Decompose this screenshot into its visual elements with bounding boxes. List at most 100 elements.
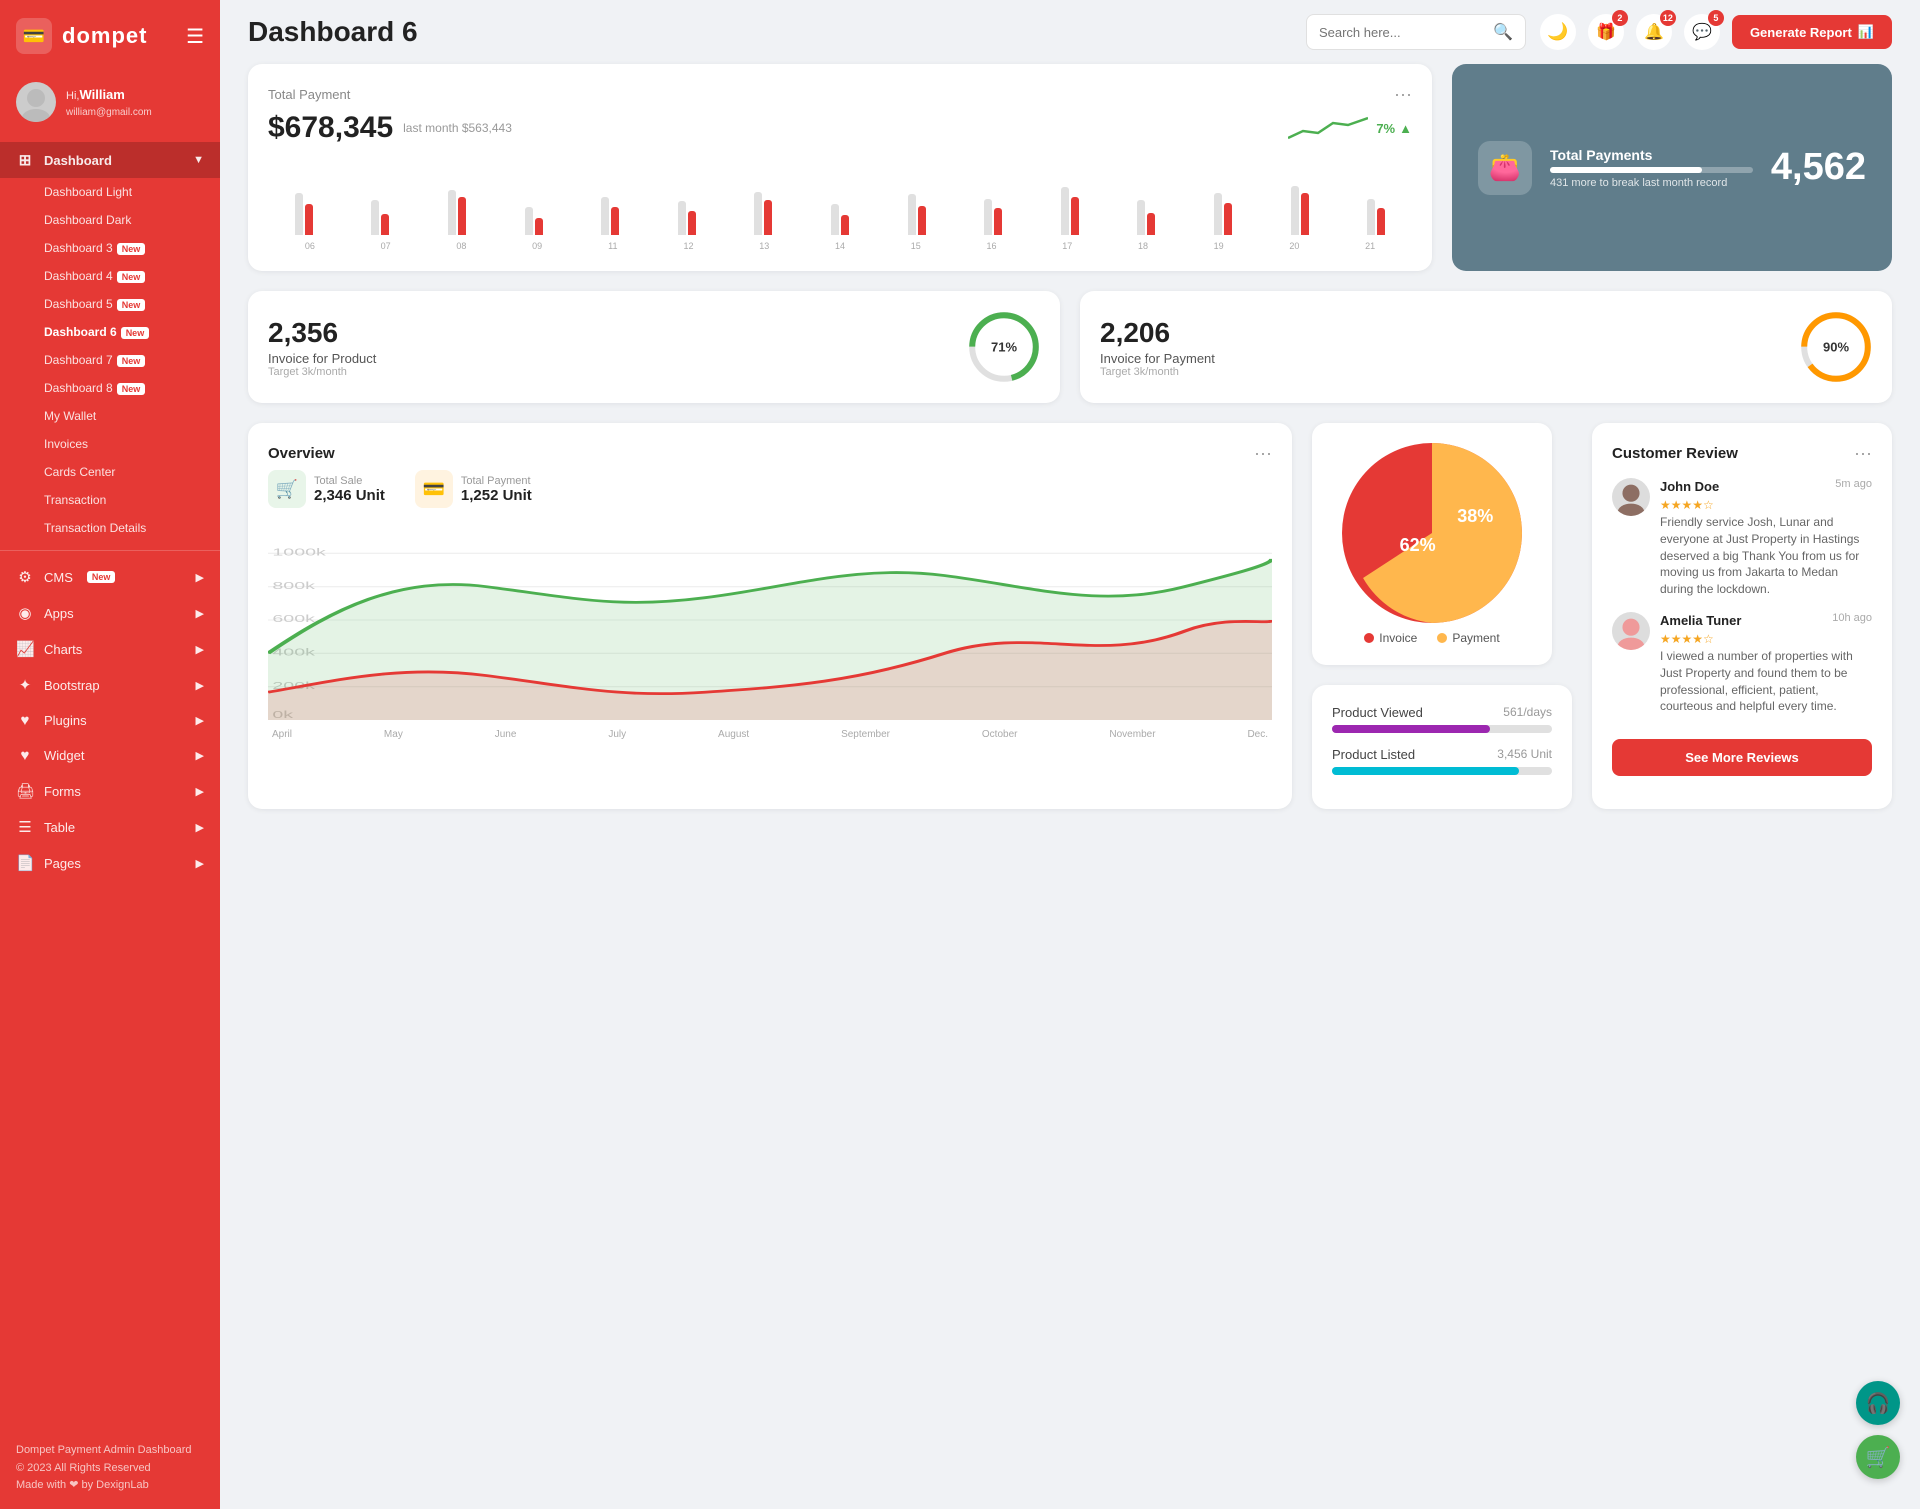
area-chart-labels: AprilMayJuneJulyAugustSeptemberOctoberNo… xyxy=(268,729,1272,740)
bar-group-6 xyxy=(728,192,800,235)
sidebar-subitem-dashboard7[interactable]: Dashboard 7New xyxy=(0,346,220,374)
footer-title: Dompet Payment Admin Dashboard xyxy=(16,1442,204,1460)
sidebar-item-charts[interactable]: 📈 Charts ▶ xyxy=(0,631,220,667)
red-bar-13 xyxy=(1301,193,1309,235)
apps-icon: ◉ xyxy=(16,604,34,622)
blue-card-sub: 431 more to break last month record xyxy=(1550,177,1753,189)
sidebar-subitem-invoices[interactable]: Invoices xyxy=(0,430,220,458)
red-bar-2 xyxy=(458,197,466,236)
footer-made-with: Made with ❤ by DexignLab xyxy=(16,1477,204,1495)
trend-arrow-icon: ▲ xyxy=(1399,121,1412,136)
sidebar-item-bootstrap[interactable]: ✦ Bootstrap ▶ xyxy=(0,667,220,703)
payment-legend: Payment xyxy=(1437,631,1499,645)
hamburger-icon[interactable]: ☰ xyxy=(186,24,204,49)
overview-more[interactable]: ··· xyxy=(1254,443,1272,464)
bell-badge: 12 xyxy=(1660,10,1676,26)
forms-label: Forms xyxy=(44,784,81,799)
user-info: Hi,William william@gmail.com xyxy=(66,85,152,119)
header-icons: 🌙 🎁 2 🔔 12 💬 5 Generate Report 📊 xyxy=(1540,14,1892,50)
bar-group-1 xyxy=(345,200,417,235)
chat-button[interactable]: 💬 5 xyxy=(1684,14,1720,50)
grey-bar-14 xyxy=(1367,199,1375,235)
bell-button[interactable]: 🔔 12 xyxy=(1636,14,1672,50)
sidebar-subitem-dashboard-light[interactable]: Dashboard Light xyxy=(0,178,220,206)
donut-chart-product: 71% xyxy=(968,311,1040,383)
total-payment-card: Total Payment ··· $678,345 last month $5… xyxy=(248,64,1432,271)
sidebar-user: Hi,William william@gmail.com xyxy=(0,72,220,138)
fab-cart-button[interactable]: 🛒 xyxy=(1856,1435,1900,1479)
review-more[interactable]: ··· xyxy=(1854,443,1872,464)
pie-chart-card: 62% 38% Invoice Payment xyxy=(1312,423,1552,665)
reviewer-2-text: I viewed a number of properties with Jus… xyxy=(1660,648,1872,715)
badge-new-3: New xyxy=(117,243,146,255)
last-month-label: last month $563,443 xyxy=(403,121,512,135)
donut-product-label: 71% xyxy=(991,340,1017,355)
bar-label-9: 16 xyxy=(954,241,1030,251)
bar-chart-icon: 📊 xyxy=(1858,24,1874,40)
see-more-reviews-button[interactable]: See More Reviews xyxy=(1612,739,1872,776)
grey-bar-5 xyxy=(678,201,686,235)
badge-new-4: New xyxy=(117,271,146,283)
row-3: Overview ··· 🛒 Total Sale 2,346 Unit 💳 xyxy=(248,423,1892,809)
generate-report-button[interactable]: Generate Report 📊 xyxy=(1732,15,1892,49)
gift-button[interactable]: 🎁 2 xyxy=(1588,14,1624,50)
invoice-payment-count: 2,206 xyxy=(1100,317,1786,349)
product-stats-card: Product Viewed 561/days Product Listed 3… xyxy=(1312,685,1572,809)
avatar xyxy=(16,82,56,122)
fab-headset-button[interactable]: 🎧 xyxy=(1856,1381,1900,1425)
invoice-legend-label: Invoice xyxy=(1379,631,1417,645)
header: Dashboard 6 🔍 🌙 🎁 2 🔔 12 💬 5 Generate Re… xyxy=(220,0,1920,64)
invoice-product-card: 2,356 Invoice for Product Target 3k/mont… xyxy=(248,291,1060,403)
red-bar-7 xyxy=(841,215,849,235)
sidebar-subitem-cardscenter[interactable]: Cards Center xyxy=(0,458,220,486)
sidebar-subitem-dashboard4[interactable]: Dashboard 4New xyxy=(0,262,220,290)
right-col-middle: 62% 38% Invoice Payment xyxy=(1312,423,1572,809)
app-name: dompet xyxy=(62,23,147,49)
sidebar-item-widget[interactable]: ♥ Widget ▶ xyxy=(0,738,220,773)
bar-label-2: 08 xyxy=(423,241,499,251)
product-viewed-stat: Product Viewed 561/days xyxy=(1332,705,1552,733)
sidebar-logo: 💳 dompet ☰ xyxy=(0,0,220,72)
red-bar-11 xyxy=(1147,213,1155,235)
search-input[interactable] xyxy=(1319,25,1485,40)
sidebar-item-dashboard[interactable]: ⊞ Dashboard ▼ xyxy=(0,142,220,178)
blue-card-progress-track xyxy=(1550,167,1753,173)
grey-bar-9 xyxy=(984,199,992,235)
grey-bar-2 xyxy=(448,190,456,236)
review-header: Customer Review ··· xyxy=(1612,443,1872,464)
sidebar-item-table[interactable]: ☰ Table ▶ xyxy=(0,809,220,845)
product-listed-fill xyxy=(1332,767,1519,775)
total-payment-more[interactable]: ··· xyxy=(1394,84,1412,105)
sidebar-item-pages[interactable]: 📄 Pages ▶ xyxy=(0,845,220,881)
bar-group-7 xyxy=(804,204,876,236)
sidebar-subitem-dashboard6[interactable]: Dashboard 6New xyxy=(0,318,220,346)
reviewer-1-text: Friendly service Josh, Lunar and everyon… xyxy=(1660,514,1872,598)
badge-new-cms: New xyxy=(87,571,116,583)
product-viewed-track xyxy=(1332,725,1552,733)
trend-indicator: 7% ▲ xyxy=(1376,121,1412,136)
sidebar-item-cms[interactable]: ⚙ CMS New ▶ xyxy=(0,559,220,595)
sidebar-subitem-transaction[interactable]: Transaction xyxy=(0,486,220,514)
red-bar-4 xyxy=(611,207,619,235)
review-2-content: Amelia Tuner 10h ago ★★★★☆ I viewed a nu… xyxy=(1660,612,1872,715)
pages-label: Pages xyxy=(44,856,81,871)
theme-toggle-button[interactable]: 🌙 xyxy=(1540,14,1576,50)
sidebar-item-forms[interactable]: 🖨 Forms ▶ xyxy=(0,773,220,809)
search-box[interactable]: 🔍 xyxy=(1306,14,1526,50)
sidebar-item-apps[interactable]: ◉ Apps ▶ xyxy=(0,595,220,631)
svg-text:62%: 62% xyxy=(1400,535,1436,555)
review-title: Customer Review xyxy=(1612,445,1738,462)
sidebar-subitem-dashboard3[interactable]: Dashboard 3New xyxy=(0,234,220,262)
sidebar-subitem-transaction-details[interactable]: Transaction Details xyxy=(0,514,220,542)
widget-label: Widget xyxy=(44,748,84,763)
sidebar-subitem-mywallet[interactable]: My Wallet xyxy=(0,402,220,430)
svg-text:38%: 38% xyxy=(1457,506,1493,526)
bar-group-3 xyxy=(498,207,570,235)
sidebar-subitem-dashboard5[interactable]: Dashboard 5New xyxy=(0,290,220,318)
sidebar-subitem-dashboard-dark[interactable]: Dashboard Dark xyxy=(0,206,220,234)
sidebar-item-plugins[interactable]: ♥ Plugins ▶ xyxy=(0,703,220,738)
bar-group-5 xyxy=(651,201,723,235)
product-listed-label: Product Listed xyxy=(1332,747,1415,762)
sidebar-subitem-dashboard8[interactable]: Dashboard 8New xyxy=(0,374,220,402)
reviewer-2-name: Amelia Tuner xyxy=(1660,613,1741,628)
